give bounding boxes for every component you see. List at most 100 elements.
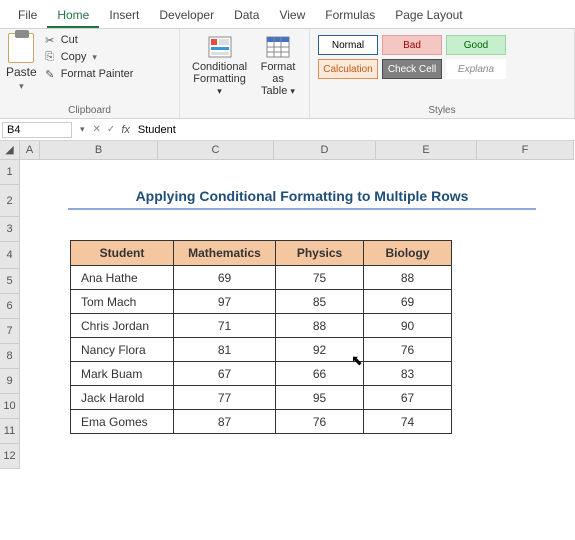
table-cell[interactable]: 66	[276, 362, 364, 386]
row-header[interactable]: 1	[0, 160, 20, 185]
format-as-table-button[interactable]: Format asTable ▾	[253, 33, 303, 99]
table-header[interactable]: Mathematics	[174, 241, 276, 266]
copy-label: Copy	[61, 51, 87, 63]
table-cell[interactable]: Ana Hathe	[71, 266, 174, 290]
cut-label: Cut	[61, 34, 78, 46]
table-cell[interactable]: 95	[276, 386, 364, 410]
table-row[interactable]: Ema Gomes877674	[71, 410, 452, 434]
paste-button[interactable]: Paste ▾	[6, 33, 37, 92]
table-cell[interactable]: 77	[174, 386, 276, 410]
row-header[interactable]: 3	[0, 217, 20, 242]
col-header[interactable]: B	[40, 141, 158, 160]
row-header[interactable]: 11	[0, 419, 20, 444]
row-header[interactable]: 5	[0, 269, 20, 294]
row-header[interactable]: 12	[0, 444, 20, 469]
col-header[interactable]: E	[376, 141, 477, 160]
table-cell[interactable]: Jack Harold	[71, 386, 174, 410]
col-header[interactable]: D	[274, 141, 376, 160]
table-cell[interactable]: 74	[364, 410, 452, 434]
table-cell[interactable]: 88	[364, 266, 452, 290]
group-styles-buttons: ConditionalFormatting ▾ Format asTable ▾	[180, 29, 310, 118]
table-header[interactable]: Student	[71, 241, 174, 266]
paste-label: Paste	[6, 65, 37, 79]
tab-insert[interactable]: Insert	[99, 4, 149, 28]
cancel-icon[interactable]: ✕	[93, 124, 101, 135]
table-header[interactable]: Physics	[276, 241, 364, 266]
table-cell[interactable]: 71	[174, 314, 276, 338]
table-cell[interactable]: Ema Gomes	[71, 410, 174, 434]
table-header[interactable]: Biology	[364, 241, 452, 266]
data-table: Student Mathematics Physics Biology Ana …	[70, 240, 452, 434]
worksheet[interactable]: ◢ A B C D E F 1 2 3 4 5 6 7 8 9 10 11 12…	[0, 141, 575, 480]
cond-format-label: ConditionalFormatting ▾	[192, 61, 247, 97]
table-cell[interactable]: 90	[364, 314, 452, 338]
table-cell[interactable]: Chris Jordan	[71, 314, 174, 338]
row-header[interactable]: 4	[0, 242, 20, 269]
table-cell[interactable]: 97	[174, 290, 276, 314]
style-normal[interactable]: Normal	[318, 35, 378, 55]
table-cell[interactable]: Tom Mach	[71, 290, 174, 314]
tab-developer[interactable]: Developer	[149, 4, 224, 28]
formula-bar: ▾ ✕ ✓ fx	[0, 119, 575, 141]
select-all-corner[interactable]: ◢	[0, 141, 20, 160]
row-header[interactable]: 8	[0, 344, 20, 369]
col-header[interactable]: A	[20, 141, 40, 160]
fx-icon[interactable]: fx	[121, 124, 130, 136]
style-good[interactable]: Good	[446, 35, 506, 55]
table-cell[interactable]: 88	[276, 314, 364, 338]
format-painter-label: Format Painter	[61, 68, 134, 80]
row-header[interactable]: 10	[0, 394, 20, 419]
table-cell[interactable]: 75	[276, 266, 364, 290]
cut-button[interactable]: ✂Cut	[43, 33, 134, 47]
table-cell[interactable]: 76	[364, 338, 452, 362]
conditional-formatting-button[interactable]: ConditionalFormatting ▾	[186, 33, 253, 99]
chevron-down-icon[interactable]: ▾	[80, 124, 85, 135]
table-cell[interactable]: 69	[174, 266, 276, 290]
page-title: Applying Conditional Formatting to Multi…	[68, 188, 536, 210]
table-cell[interactable]: 76	[276, 410, 364, 434]
table-cell[interactable]: 85	[276, 290, 364, 314]
table-row[interactable]: Nancy Flora819276	[71, 338, 452, 362]
paintbrush-icon: ✎	[43, 67, 57, 81]
table-cell[interactable]: 92	[276, 338, 364, 362]
col-header[interactable]: C	[158, 141, 274, 160]
row-header[interactable]: 9	[0, 369, 20, 394]
table-cell[interactable]: 81	[174, 338, 276, 362]
formula-input[interactable]	[136, 122, 573, 138]
tab-home[interactable]: Home	[47, 4, 99, 28]
table-cell[interactable]: 67	[174, 362, 276, 386]
row-header[interactable]: 6	[0, 294, 20, 319]
tab-page-layout[interactable]: Page Layout	[385, 4, 472, 28]
group-label-clipboard: Clipboard	[6, 103, 173, 116]
group-label-empty	[186, 114, 303, 116]
col-header[interactable]: F	[477, 141, 574, 160]
table-row[interactable]: Tom Mach978569	[71, 290, 452, 314]
table-row[interactable]: Chris Jordan718890	[71, 314, 452, 338]
chevron-down-icon: ▾	[92, 52, 97, 63]
table-row[interactable]: Ana Hathe697588	[71, 266, 452, 290]
table-cell[interactable]: 69	[364, 290, 452, 314]
tab-formulas[interactable]: Formulas	[315, 4, 385, 28]
table-cell[interactable]: 87	[174, 410, 276, 434]
table-row[interactable]: Mark Buam676683	[71, 362, 452, 386]
row-header[interactable]: 7	[0, 319, 20, 344]
group-styles: Normal Bad Good Calculation Check Cell E…	[310, 29, 575, 118]
tab-view[interactable]: View	[269, 4, 315, 28]
tab-data[interactable]: Data	[224, 4, 269, 28]
style-bad[interactable]: Bad	[382, 35, 442, 55]
chevron-down-icon: ▾	[19, 81, 24, 92]
table-cell[interactable]: 67	[364, 386, 452, 410]
style-check-cell[interactable]: Check Cell	[382, 59, 442, 79]
copy-button[interactable]: ⎘Copy▾	[43, 50, 134, 64]
tab-file[interactable]: File	[8, 4, 47, 28]
table-cell[interactable]: 83	[364, 362, 452, 386]
style-calculation[interactable]: Calculation	[318, 59, 378, 79]
check-icon[interactable]: ✓	[107, 124, 115, 135]
table-row[interactable]: Jack Harold779567	[71, 386, 452, 410]
format-painter-button[interactable]: ✎ Format Painter	[43, 67, 134, 81]
row-header[interactable]: 2	[0, 185, 20, 217]
style-explanatory[interactable]: Explana	[446, 59, 506, 79]
table-cell[interactable]: Mark Buam	[71, 362, 174, 386]
name-box[interactable]	[2, 122, 72, 138]
table-cell[interactable]: Nancy Flora	[71, 338, 174, 362]
